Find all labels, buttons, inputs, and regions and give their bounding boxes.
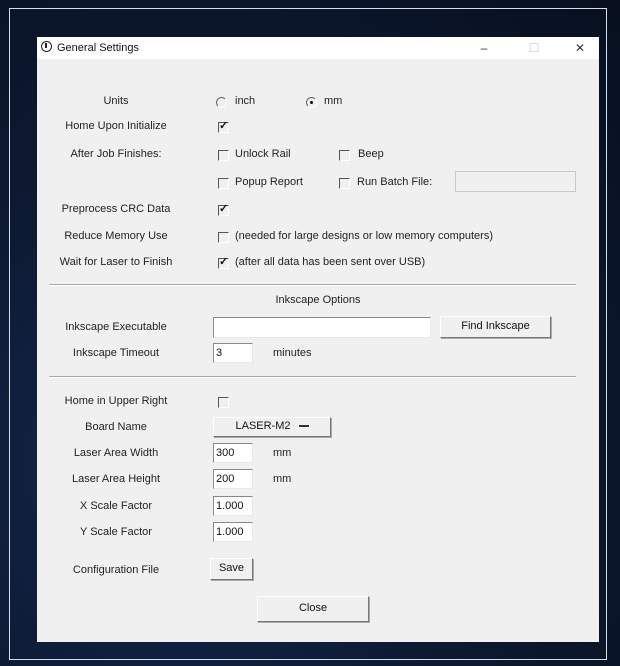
title-bar: General Settings – ☐ ✕ [37, 37, 599, 59]
area-width-unit: mm [273, 447, 292, 459]
reduce-memory-checkbox[interactable] [218, 232, 229, 243]
preprocess-crc-checkbox[interactable] [218, 202, 229, 216]
home-upon-initialize-checkbox[interactable] [218, 119, 229, 133]
run-batch-file-input[interactable] [455, 171, 576, 192]
inkscape-timeout-unit: minutes [273, 347, 312, 359]
home-upper-right-checkbox[interactable] [218, 397, 229, 408]
wait-laser-label: Wait for Laser to Finish [59, 256, 173, 268]
close-window-button[interactable]: ✕ [565, 39, 595, 57]
area-width-input[interactable]: 300 [213, 443, 253, 463]
inkscape-executable-label: Inkscape Executable [65, 321, 167, 333]
units-inch-radio[interactable] [216, 97, 227, 108]
inkscape-section-title: Inkscape Options [275, 294, 361, 306]
unlock-rail-label: Unlock Rail [235, 148, 291, 160]
beep-checkbox[interactable] [339, 150, 350, 161]
save-config-button[interactable]: Save [210, 558, 253, 580]
inkscape-timeout-input[interactable]: 3 [213, 343, 253, 363]
minimize-button[interactable]: – [469, 39, 499, 57]
app-icon [41, 41, 52, 52]
y-scale-input[interactable]: 1.000 [213, 522, 253, 542]
separator-1 [49, 284, 576, 286]
units-inch-label: inch [235, 95, 256, 107]
maximize-button: ☐ [528, 41, 540, 55]
board-name-label: Board Name [85, 421, 147, 433]
units-label: Units [103, 95, 129, 107]
general-settings-dialog: General Settings – ☐ ✕ Units inch mm Hom… [37, 37, 599, 642]
popup-report-checkbox[interactable] [218, 178, 229, 189]
board-name-dropdown[interactable]: LASER-M2 [213, 417, 331, 437]
home-upon-initialize-label: Home Upon Initialize [65, 120, 167, 132]
wait-laser-checkbox[interactable] [218, 255, 229, 269]
x-scale-label: X Scale Factor [79, 500, 153, 512]
popup-report-label: Popup Report [235, 176, 303, 188]
close-button[interactable]: Close [257, 596, 369, 622]
run-batch-file-label: Run Batch File: [357, 176, 433, 188]
area-height-unit: mm [273, 473, 292, 485]
unlock-rail-checkbox[interactable] [218, 150, 229, 161]
wait-laser-note: (after all data has been sent over USB) [235, 256, 426, 268]
x-scale-input[interactable]: 1.000 [213, 496, 253, 516]
area-height-label: Laser Area Height [71, 473, 161, 485]
window-title: General Settings [57, 42, 139, 54]
area-width-label: Laser Area Width [73, 447, 159, 459]
home-upper-right-label: Home in Upper Right [64, 395, 168, 407]
configuration-file-label: Configuration File [72, 564, 160, 576]
run-batch-file-checkbox[interactable] [339, 178, 350, 189]
inkscape-executable-input[interactable] [213, 317, 431, 338]
find-inkscape-button[interactable]: Find Inkscape [440, 316, 551, 338]
dropdown-caret-icon [298, 425, 309, 428]
preprocess-crc-label: Preprocess CRC Data [61, 203, 171, 215]
area-height-input[interactable]: 200 [213, 469, 253, 489]
board-name-value: LASER-M2 [235, 420, 291, 432]
beep-label: Beep [358, 148, 384, 160]
after-job-label: After Job Finishes: [70, 148, 162, 160]
separator-2 [49, 376, 576, 378]
reduce-memory-label: Reduce Memory Use [64, 230, 168, 242]
inkscape-timeout-label: Inkscape Timeout [72, 347, 160, 359]
units-mm-label: mm [324, 95, 343, 107]
reduce-memory-note: (needed for large designs or low memory … [235, 230, 494, 242]
units-mm-radio[interactable] [306, 97, 317, 108]
y-scale-label: Y Scale Factor [80, 526, 152, 538]
